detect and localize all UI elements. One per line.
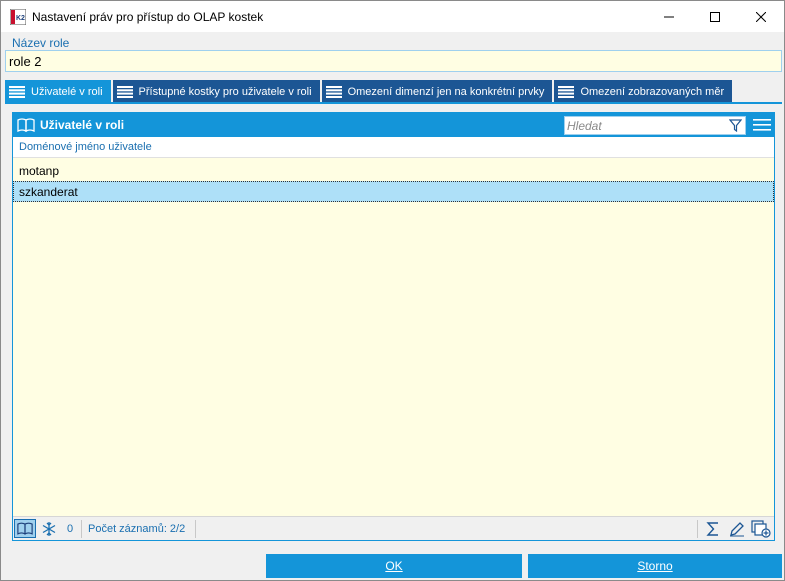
tab-measure-restrictions[interactable]: Omezení zobrazovaných měr — [554, 80, 733, 103]
tab-underline — [5, 102, 782, 104]
minimize-icon — [664, 16, 674, 17]
list-icon — [9, 85, 25, 98]
row-username: motanp — [19, 164, 60, 178]
tab-bar: Uživatelé v roli Přístupné kostky pro už… — [5, 80, 734, 103]
filter-icon[interactable] — [729, 119, 742, 132]
column-header-label: Doménové jméno uživatele — [19, 141, 152, 153]
edit-pencil-icon[interactable] — [729, 521, 745, 537]
ok-button-label: OK — [385, 559, 403, 573]
tab-label: Omezení zobrazovaných měr — [580, 85, 725, 98]
book-icon — [17, 118, 35, 132]
cancel-button[interactable]: Storno — [528, 554, 782, 578]
snowflake-icon[interactable] — [41, 521, 57, 537]
status-separator — [81, 520, 82, 538]
list-icon — [325, 85, 342, 98]
sum-sigma-icon[interactable] — [705, 521, 721, 537]
table-row-selected[interactable]: szkanderat — [13, 181, 774, 202]
list-icon — [558, 85, 575, 98]
title-bar[interactable]: K2 Nastavení práv pro přístup do OLAP ko… — [1, 1, 784, 32]
app-logo-icon: K2 — [10, 9, 26, 25]
tab-label: Uživatelé v roli — [31, 85, 103, 98]
status-separator — [697, 520, 698, 538]
panel-header: Uživatelé v roli — [13, 113, 774, 137]
record-count: Počet záznamů: 2/2 — [88, 523, 186, 535]
window-title: Nastavení práv pro přístup do OLAP koste… — [32, 10, 264, 24]
frozen-count: 0 — [67, 523, 74, 535]
tab-label: Přístupné kostky pro uživatele v roli — [138, 85, 312, 98]
list-icon — [116, 85, 133, 98]
close-button[interactable] — [738, 1, 784, 32]
svg-text:K2: K2 — [16, 15, 25, 22]
tab-users-in-role[interactable]: Uživatelé v roli — [5, 80, 111, 103]
tab-label: Omezení dimenzí jen na konkrétní prvky — [347, 85, 545, 98]
cancel-button-label: Storno — [637, 559, 673, 573]
tab-dimension-restrictions[interactable]: Omezení dimenzí jen na konkrétní prvky — [321, 80, 553, 103]
add-record-icon[interactable] — [751, 520, 771, 538]
status-bar: 0 Počet záznamů: 2/2 — [13, 516, 774, 540]
panel-title: Uživatelé v roli — [40, 118, 125, 132]
row-username: szkanderat — [19, 185, 78, 199]
role-name-label: Název role — [12, 36, 70, 50]
hamburger-menu-icon[interactable] — [753, 118, 771, 132]
dialog-window: K2 Nastavení práv pro přístup do OLAP ko… — [0, 0, 785, 581]
book-icon — [17, 522, 33, 535]
search-box — [564, 116, 746, 135]
minimize-button[interactable] — [646, 1, 692, 32]
role-name-input[interactable] — [5, 50, 782, 72]
column-header-domain-username[interactable]: Doménové jméno uživatele — [13, 137, 774, 158]
status-separator — [195, 520, 196, 538]
table-row[interactable]: motanp — [13, 160, 774, 181]
view-book-button[interactable] — [14, 519, 36, 538]
ok-button[interactable]: OK — [266, 554, 522, 578]
close-icon — [756, 11, 766, 22]
tab-accessible-cubes[interactable]: Přístupné kostky pro uživatele v roli — [112, 80, 320, 103]
search-input[interactable] — [567, 118, 722, 134]
users-panel: Uživatelé v roli Doménové jméno uživatel… — [12, 112, 775, 541]
maximize-button[interactable] — [692, 1, 738, 32]
maximize-icon — [710, 11, 720, 22]
